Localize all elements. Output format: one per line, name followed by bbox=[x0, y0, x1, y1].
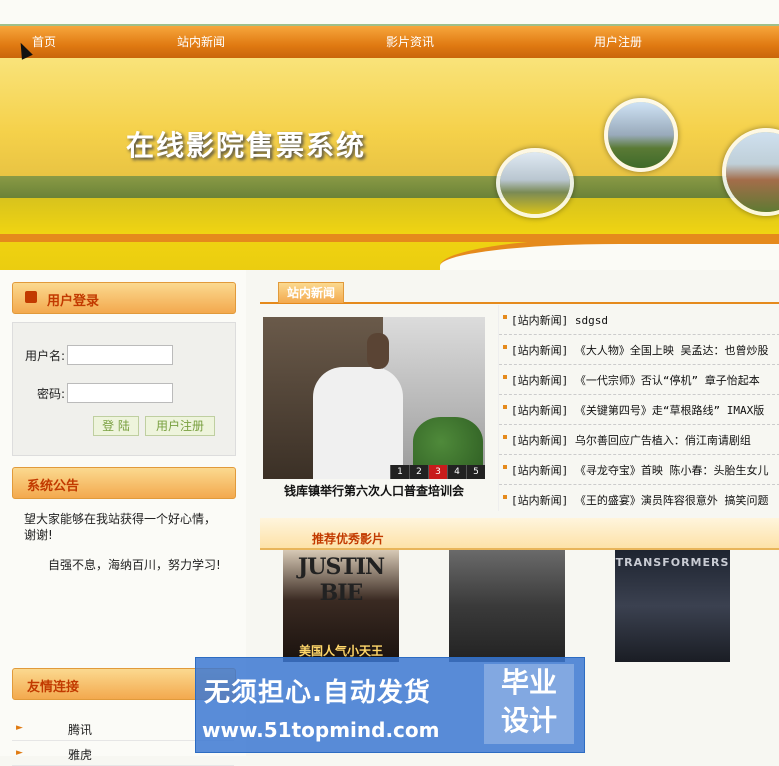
list-item[interactable]: [站内新闻] 《王的盛宴》演员阵容很意外 搞笑问题 bbox=[499, 485, 779, 511]
nav-user-register[interactable]: 用户注册 bbox=[594, 33, 642, 50]
list-item[interactable]: [站内新闻] sdgsd bbox=[499, 305, 779, 335]
banner-photo-village bbox=[496, 148, 574, 218]
password-label: 密码: bbox=[37, 387, 66, 401]
poster-1-title: JUSTIN BIE bbox=[297, 554, 385, 606]
list-item[interactable]: [站内新闻] 《寻龙夺宝》首映 陈小春：头胎生女儿 bbox=[499, 455, 779, 485]
username-label: 用户名: bbox=[25, 349, 66, 363]
bullet-icon bbox=[503, 465, 507, 469]
poster-3-title: TRANSFORMERS bbox=[615, 556, 730, 569]
bullet-icon bbox=[503, 405, 507, 409]
news-list: [站内新闻] sdgsd [站内新闻] 《大人物》全国上映 吴孟达：也曾炒股 [… bbox=[498, 305, 779, 511]
bullet-icon bbox=[503, 345, 507, 349]
login-heading: 用户登录 bbox=[12, 282, 236, 314]
bullet-icon bbox=[503, 435, 507, 439]
pager-3[interactable]: 3 bbox=[428, 465, 447, 479]
bullet-icon bbox=[503, 495, 507, 499]
pager-2[interactable]: 2 bbox=[409, 465, 428, 479]
arrow-icon: ► bbox=[16, 723, 23, 733]
watermark-badge-2: 设计 bbox=[500, 704, 557, 737]
slider-caption[interactable]: 钱库镇举行第六次人口普查培训会 bbox=[263, 482, 485, 499]
main-nav: 首页 站内新闻 影片资讯 用户注册 bbox=[0, 26, 779, 58]
news-item-text[interactable]: [站内新闻] 《寻龙夺宝》首映 陈小春：头胎生女儿 bbox=[511, 462, 769, 478]
recommended-heading-text: 推荐优秀影片 bbox=[312, 532, 385, 546]
news-item-text[interactable]: [站内新闻] 《王的盛宴》演员阵容很意外 搞笑问题 bbox=[511, 492, 769, 508]
list-item[interactable]: [站内新闻] 乌尔善回应广告植入：俏江南请剧组 bbox=[499, 425, 779, 455]
pager-1[interactable]: 1 bbox=[390, 465, 409, 479]
nav-movie-info[interactable]: 影片资讯 bbox=[386, 33, 434, 50]
news-item-text[interactable]: [站内新闻] 乌尔善回应广告植入：俏江南请剧组 bbox=[511, 432, 751, 448]
movie-poster-1[interactable]: JUSTIN BIE 美国人气小天王 bbox=[283, 550, 399, 662]
announcement-heading: 系统公告 bbox=[12, 467, 236, 499]
password-input[interactable] bbox=[67, 383, 173, 403]
pager-5[interactable]: 5 bbox=[466, 465, 485, 479]
list-item[interactable]: [站内新闻] 《一代宗师》否认“停机” 章子怡起本 bbox=[499, 365, 779, 395]
watermark-line-1: 无须担心.自动发货 bbox=[204, 678, 431, 708]
movie-poster-3[interactable]: TRANSFORMERS bbox=[615, 550, 730, 662]
nav-site-news[interactable]: 站内新闻 bbox=[177, 33, 225, 50]
banner-photo-house bbox=[604, 98, 678, 172]
news-item-text[interactable]: [站内新闻] 《大人物》全国上映 吴孟达：也曾炒股 bbox=[511, 342, 769, 358]
username-input[interactable] bbox=[67, 345, 173, 365]
news-slider[interactable]: 1 2 3 4 5 bbox=[263, 317, 485, 479]
watermark-line-2: www.51topmind.com bbox=[202, 718, 440, 742]
register-button[interactable]: 用户注册 bbox=[145, 416, 215, 436]
pager-4[interactable]: 4 bbox=[447, 465, 466, 479]
movie-poster-2[interactable] bbox=[449, 550, 565, 662]
watermark-badge: 毕业 设计 bbox=[484, 664, 574, 744]
news-tab-bar: 站内新闻 bbox=[260, 280, 779, 304]
site-title: 在线影院售票系统 bbox=[126, 129, 367, 162]
header-banner: 在线影院售票系统 bbox=[0, 58, 779, 270]
login-form: 用户名: 密码: 登 陆 用户注册 bbox=[12, 322, 236, 456]
news-item-text[interactable]: [站内新闻] 《一代宗师》否认“停机” 章子怡起本 bbox=[511, 372, 760, 388]
top-strip bbox=[0, 0, 779, 26]
news-item-text[interactable]: [站内新闻] 《关键第四号》走“草根路线” IMAX版 bbox=[511, 402, 764, 418]
list-item[interactable]: [站内新闻] 《关键第四号》走“草根路线” IMAX版 bbox=[499, 395, 779, 425]
friend-link-tencent[interactable]: 腾讯 bbox=[68, 721, 92, 738]
recommended-heading: 推荐优秀影片 bbox=[260, 518, 779, 550]
bullet-icon bbox=[503, 375, 507, 379]
friend-links-heading-text: 友情连接 bbox=[27, 680, 80, 695]
watermark-badge-1: 毕业 bbox=[500, 666, 557, 699]
announcement-heading-text: 系统公告 bbox=[27, 479, 80, 494]
login-icon bbox=[25, 291, 37, 303]
tab-site-news[interactable]: 站内新闻 bbox=[278, 282, 345, 303]
announcement-text-2: 自强不息，海纳百川，努力学习! bbox=[48, 558, 221, 572]
login-button[interactable]: 登 陆 bbox=[93, 416, 139, 436]
bullet-icon bbox=[503, 315, 507, 319]
friend-link-yahoo[interactable]: 雅虎 bbox=[68, 746, 92, 763]
slider-pager: 1 2 3 4 5 bbox=[390, 465, 485, 479]
slider-figure bbox=[313, 367, 403, 479]
arrow-icon: ► bbox=[16, 748, 23, 758]
watermark-overlay: 无须担心.自动发货 www.51topmind.com 毕业 设计 bbox=[195, 657, 585, 753]
list-item[interactable]: [站内新闻] 《大人物》全国上映 吴孟达：也曾炒股 bbox=[499, 335, 779, 365]
announcement-text-1: 望大家能够在我站获得一个好心情，谢谢! bbox=[24, 512, 217, 542]
news-item-text[interactable]: [站内新闻] sdgsd bbox=[511, 312, 608, 328]
nav-home[interactable]: 首页 bbox=[32, 33, 56, 50]
login-heading-text: 用户登录 bbox=[47, 294, 100, 309]
slider-figure-head bbox=[367, 333, 389, 369]
